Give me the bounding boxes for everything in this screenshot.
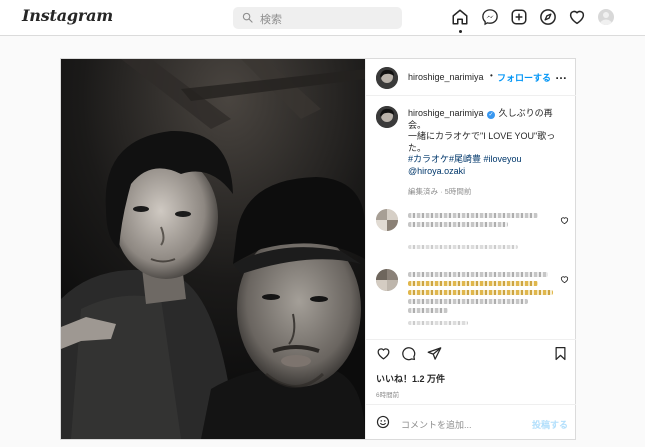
instagram-logo[interactable]: Instagram — [22, 6, 113, 25]
save-bookmark-icon[interactable] — [553, 346, 568, 361]
pixelated-comment-meta — [408, 321, 468, 325]
pixelated-comment-text — [408, 281, 538, 286]
pixelated-comment-text — [408, 213, 538, 218]
actions-divider — [366, 339, 576, 340]
pixelated-comment-text — [408, 222, 508, 227]
comment-bubble-icon[interactable] — [401, 346, 416, 361]
caption-username[interactable]: hiroshige_narimiya — [408, 108, 484, 118]
comment-input[interactable]: コメントを追加... — [401, 418, 472, 431]
post-caption: hiroshige_narimiya ✓ 久しぶりの再会。 一緒にカラオケで"I… — [408, 108, 568, 177]
post-edited-time: 編集済み · 5時間前 — [408, 187, 472, 196]
search-input[interactable]: 検索 — [233, 7, 402, 29]
caption-author-avatar[interactable] — [376, 106, 398, 128]
comment-like-heart-icon[interactable] — [560, 275, 569, 284]
caption-mention[interactable]: @hiroya.ozaki — [408, 166, 465, 176]
post-timestamp[interactable]: 6時間前 — [376, 389, 399, 399]
post-photo[interactable] — [61, 59, 365, 439]
home-icon[interactable] — [451, 8, 469, 26]
caption-hashtags[interactable]: #カラオケ#尾崎豊 #iloveyou — [408, 154, 522, 164]
emoji-icon[interactable] — [376, 415, 390, 429]
post-header: hiroshige_narimiya • フォローする … — [366, 59, 576, 96]
search-icon — [242, 12, 253, 23]
author-username[interactable]: hiroshige_narimiya — [408, 72, 484, 82]
share-paper-plane-icon[interactable] — [427, 346, 442, 361]
comment-like-heart-icon[interactable] — [560, 216, 569, 225]
like-heart-icon[interactable] — [376, 346, 391, 361]
commenter-avatar[interactable] — [376, 269, 398, 291]
active-page-indicator — [459, 30, 462, 33]
pixelated-comment-text — [408, 272, 548, 277]
pixelated-comment-meta — [408, 245, 518, 249]
post-comment-button[interactable]: 投稿する — [532, 418, 568, 431]
search-placeholder: 検索 — [260, 14, 282, 26]
activity-heart-icon[interactable] — [568, 8, 586, 26]
pixelated-comment-text — [408, 299, 528, 304]
new-post-icon[interactable] — [510, 8, 528, 26]
author-avatar[interactable] — [376, 67, 398, 89]
post-details-panel: hiroshige_narimiya • フォローする … hiroshige_… — [365, 59, 576, 439]
top-navigation-bar: Instagram 検索 — [0, 0, 645, 36]
like-count[interactable]: いいね！1.2 万件 — [376, 372, 445, 385]
header-separator: • — [490, 71, 493, 80]
comment-input-divider — [366, 404, 576, 405]
caption-line-2: 一緒にカラオケで"I LOVE YOU"歌った。 — [408, 131, 556, 153]
commenter-avatar[interactable] — [376, 209, 398, 231]
messenger-icon[interactable] — [481, 8, 499, 26]
selfie-image — [61, 59, 365, 439]
explore-icon[interactable] — [539, 8, 557, 26]
pixelated-comment-text — [408, 308, 448, 313]
post-card: hiroshige_narimiya • フォローする … hiroshige_… — [60, 58, 576, 440]
verified-badge-icon: ✓ — [487, 111, 496, 119]
pixelated-comment-text — [408, 290, 553, 295]
follow-button[interactable]: フォローする — [497, 71, 551, 84]
profile-avatar[interactable] — [598, 9, 614, 25]
more-options-button[interactable]: … — [555, 68, 567, 82]
